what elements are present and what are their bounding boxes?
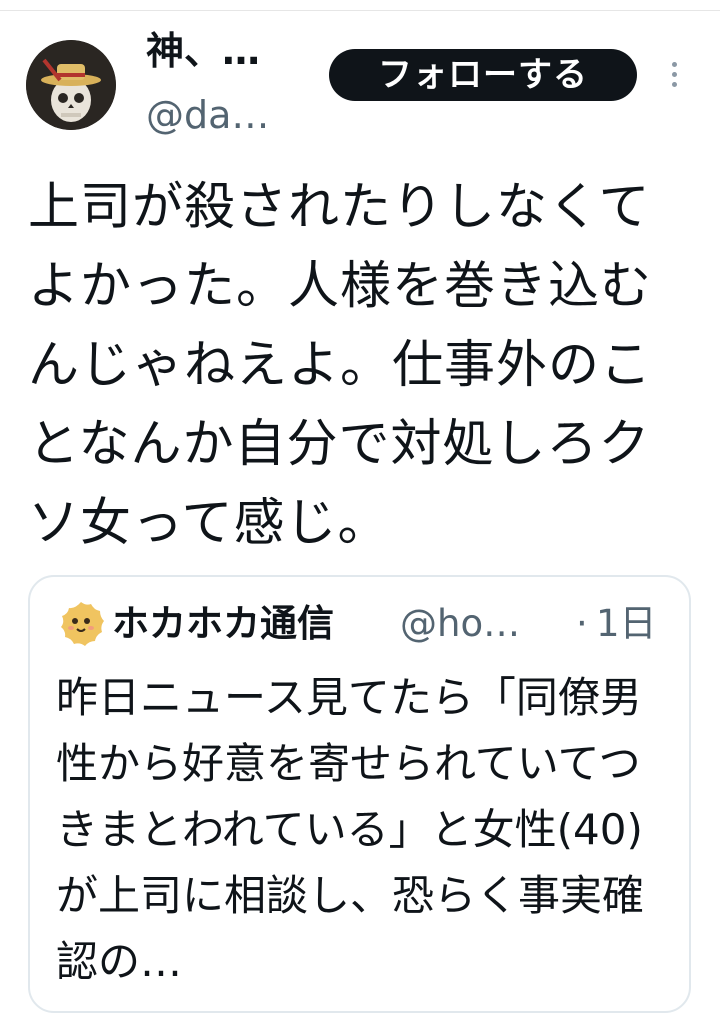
author-avatar[interactable] bbox=[26, 40, 116, 130]
quoted-tweet-text: 昨日ニュース見てたら「同僚男性から好意を寄せられていてつきまとわれている」と女性… bbox=[56, 673, 645, 986]
quoted-author-avatar bbox=[56, 599, 106, 649]
top-divider bbox=[0, 10, 720, 11]
quoted-timestamp: 1日 bbox=[596, 602, 657, 645]
quoted-tweet-card[interactable]: ホカホカ通信 @ho… · 1日 昨日ニュース見てたら「同僚男性から好意を寄せら… bbox=[28, 575, 691, 1013]
follow-button[interactable]: フォローする bbox=[329, 49, 637, 101]
author-handle[interactable]: @da… bbox=[146, 92, 269, 138]
separator-dot: · bbox=[576, 602, 588, 645]
author-display-name[interactable]: 神、… bbox=[146, 28, 260, 74]
quoted-author-handle: @ho… bbox=[400, 602, 521, 645]
tweet-text: 上司が殺されたりしなくてよかった。人様を巻き込むんじゃねえよ。仕事外のことなんか… bbox=[28, 178, 653, 553]
more-vertical-icon[interactable] bbox=[664, 58, 684, 94]
skull-with-straw-hat-avatar-icon bbox=[26, 40, 116, 130]
quoted-author-name: ホカホカ通信 bbox=[112, 602, 334, 645]
cookie-face-avatar-icon bbox=[61, 602, 104, 646]
